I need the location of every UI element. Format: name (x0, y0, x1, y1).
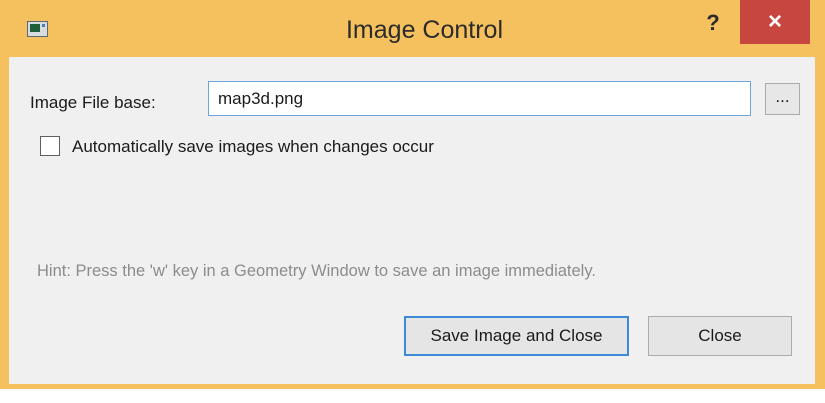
image-control-dialog: Image Control ? × Image File base: ... A… (0, 0, 825, 389)
close-button[interactable]: Close (648, 316, 792, 356)
window-close-button[interactable]: × (740, 0, 810, 44)
hint-text: Hint: Press the 'w' key in a Geometry Wi… (37, 262, 596, 280)
file-base-label: Image File base: (30, 93, 156, 112)
file-base-input[interactable] (208, 81, 751, 116)
browse-button[interactable]: ... (765, 83, 800, 115)
save-image-and-close-button[interactable]: Save Image and Close (404, 316, 629, 356)
autosave-checkbox[interactable] (40, 136, 60, 156)
help-button[interactable]: ? (693, 8, 733, 38)
autosave-label[interactable]: Automatically save images when changes o… (72, 137, 434, 157)
title-bar[interactable]: Image Control ? × (0, 0, 825, 56)
